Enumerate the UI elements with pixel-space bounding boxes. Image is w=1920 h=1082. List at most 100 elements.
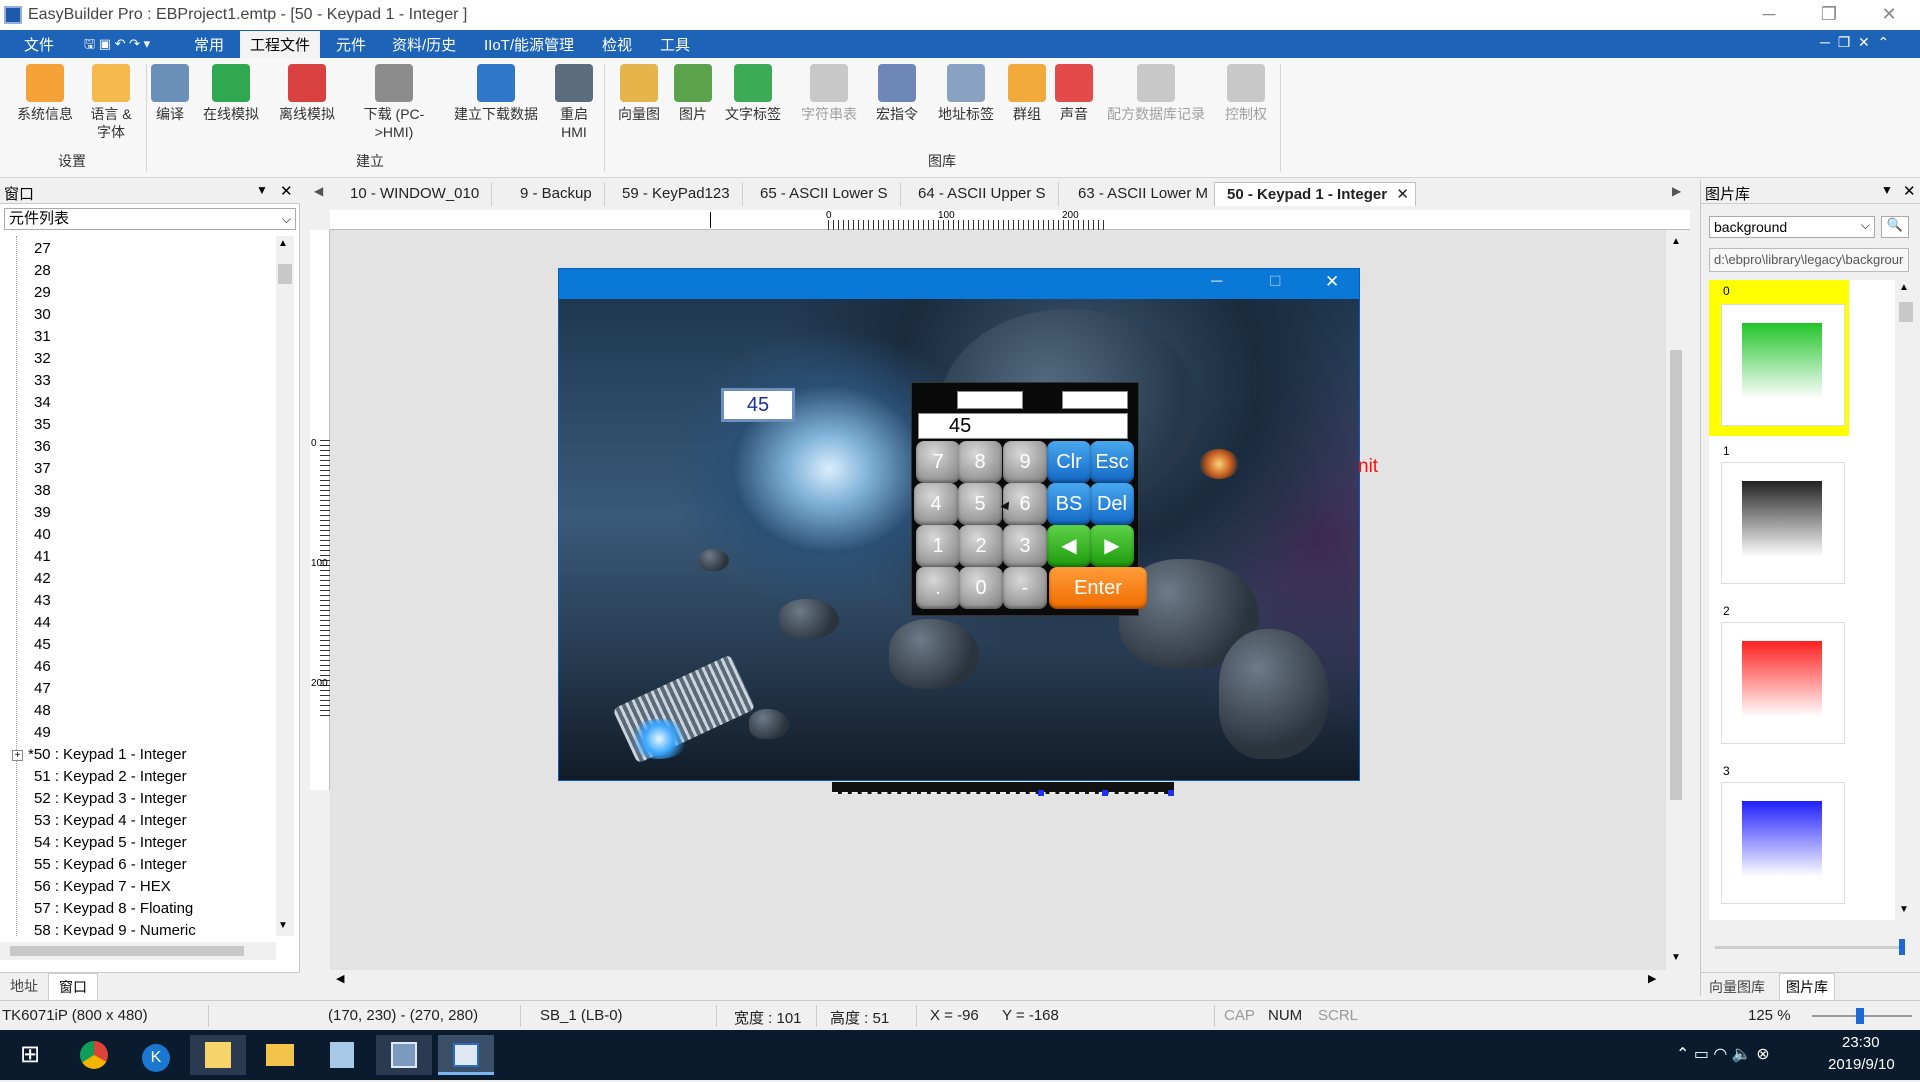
key-7[interactable]: 7 — [916, 441, 960, 483]
k-app-icon[interactable]: K — [128, 1035, 184, 1075]
menu-project[interactable]: 工程文件 — [240, 31, 321, 58]
scroll-down-icon[interactable]: ▼ — [1899, 904, 1909, 915]
canvas-horizontal-scrollbar[interactable]: ◀ ▶ — [330, 970, 1666, 990]
scroll-down-icon[interactable]: ▼ — [278, 920, 288, 931]
online-sim-button[interactable]: 在线模拟 — [196, 64, 266, 123]
key-4[interactable]: 4 — [914, 483, 958, 525]
tab-ascii-upper-s[interactable]: 64 - ASCII Upper S — [906, 182, 1059, 206]
close-icon[interactable]: ✕ — [1325, 272, 1339, 292]
key-1[interactable]: 1 — [916, 525, 960, 567]
menu-data-history[interactable]: 资料/历史 — [392, 34, 456, 55]
tree-item[interactable]: 45 — [34, 636, 51, 654]
key-dot[interactable]: . — [916, 567, 960, 609]
key-clear[interactable]: Clr — [1047, 441, 1091, 483]
key-3[interactable]: 3 — [1003, 525, 1047, 567]
key-delete[interactable]: Del — [1090, 483, 1134, 525]
string-table-button[interactable]: 字符串表 — [796, 64, 862, 123]
canvas-vertical-scrollbar[interactable]: ▲ ▼ — [1666, 230, 1686, 970]
tree-item[interactable]: 28 — [34, 262, 51, 280]
thumbnail-item[interactable] — [1721, 782, 1845, 904]
file-explorer-icon[interactable] — [252, 1035, 308, 1075]
easybuilder-editor-icon[interactable] — [438, 1035, 494, 1075]
tree-horizontal-scrollbar[interactable] — [0, 942, 276, 960]
easybuilder-taskbar-icon[interactable] — [376, 1035, 432, 1075]
selected-object[interactable] — [832, 782, 1174, 796]
tree-item[interactable]: 44 — [34, 614, 51, 632]
tab-ascii-lower-m[interactable]: 63 - ASCII Lower M — [1066, 182, 1222, 206]
tab-close-icon[interactable]: ✕ — [1396, 183, 1409, 207]
thumbnail-item[interactable] — [1721, 622, 1845, 744]
close-button[interactable]: ✕ — [1860, 0, 1918, 30]
key-9[interactable]: 9 — [1003, 441, 1047, 483]
arrow-left-icon[interactable]: ◀ — [1047, 525, 1091, 567]
menu-view[interactable]: 检视 — [602, 34, 632, 55]
tree-item[interactable]: 40 — [34, 526, 51, 544]
offline-sim-button[interactable]: 离线模拟 — [272, 64, 342, 123]
library-scrollbar[interactable]: ▲ ▼ — [1897, 280, 1915, 920]
tree-item[interactable]: 41 — [34, 548, 51, 566]
tree-item[interactable]: 42 — [34, 570, 51, 588]
key-5[interactable]: 5 — [958, 483, 1002, 525]
key-8[interactable]: 8 — [958, 441, 1002, 483]
tree-item[interactable]: 32 — [34, 350, 51, 368]
panel-close-icon[interactable]: ✕ — [1903, 182, 1916, 200]
key-enter[interactable]: Enter — [1049, 567, 1147, 609]
macro-button[interactable]: 宏指令 — [870, 64, 924, 123]
tree-item[interactable]: 29 — [34, 284, 51, 302]
tree-item[interactable]: 27 — [34, 240, 51, 258]
tab-window[interactable]: 窗口 — [48, 973, 98, 1001]
browse-library-icon[interactable]: 🔍 — [1881, 216, 1909, 238]
tab-ascii-lower-s[interactable]: 65 - ASCII Lower S — [748, 182, 901, 206]
tab-vector-library[interactable]: 向量图库 — [1709, 977, 1765, 997]
scroll-thumb[interactable] — [1899, 302, 1913, 322]
tree-item[interactable]: 31 — [34, 328, 51, 346]
slider-thumb[interactable] — [1856, 1008, 1864, 1024]
tree-item[interactable]: 56 : Keypad 7 - HEX — [34, 878, 171, 896]
compile-button[interactable]: 编译 — [150, 64, 190, 123]
tree-item[interactable]: 35 — [34, 416, 51, 434]
scroll-up-icon[interactable]: ▲ — [278, 238, 288, 249]
selection-handle[interactable] — [1102, 790, 1108, 796]
minimize-button[interactable]: ─ — [1740, 0, 1798, 30]
numeric-input-object[interactable]: 45 — [721, 388, 795, 422]
tab-address[interactable]: 地址 — [10, 976, 38, 996]
windows-start-icon[interactable]: ⊞ — [2, 1035, 58, 1075]
object-list-dropdown[interactable]: 元件列表 ⌵ — [4, 208, 296, 230]
tree-item[interactable]: 53 : Keypad 4 - Integer — [34, 812, 187, 830]
quick-access-icons[interactable]: 🖫 ▣ ↶ ↷ ▾ — [84, 35, 150, 57]
system-tray-icons[interactable]: ⌃ ▭ ◠ 🔈 ⊗ — [1676, 1044, 1770, 1064]
key-0[interactable]: 0 — [959, 567, 1003, 609]
menu-file[interactable]: 文件 — [24, 34, 54, 55]
tree-item[interactable]: 48 — [34, 702, 51, 720]
tree-item[interactable]: 51 : Keypad 2 - Integer — [34, 768, 187, 786]
tree-item[interactable]: 46 — [34, 658, 51, 676]
tree-item[interactable]: 49 — [34, 724, 51, 742]
tree-item[interactable]: 47 — [34, 680, 51, 698]
picture-button[interactable]: 图片 — [668, 64, 718, 123]
tree-item[interactable]: 58 : Keypad 9 - Numeric — [34, 922, 196, 936]
scroll-thumb[interactable] — [278, 264, 292, 284]
tree-item[interactable]: 38 — [34, 482, 51, 500]
menu-common[interactable]: 常用 — [194, 34, 224, 55]
language-font-button[interactable]: 语言 & 字体 — [80, 64, 142, 141]
tree-item[interactable]: 55 : Keypad 6 - Integer — [34, 856, 187, 874]
recipe-database-button[interactable]: 配方数据库记录 — [1098, 64, 1214, 123]
control-token-button[interactable]: 控制权 — [1218, 64, 1274, 123]
selection-handle[interactable] — [1168, 790, 1174, 796]
tree-item[interactable]: 30 — [34, 306, 51, 324]
download-button[interactable]: 下载 (PC- >HMI) — [356, 64, 432, 141]
tab-keypad-1-integer[interactable]: 50 - Keypad 1 - Integer ✕ — [1214, 182, 1416, 206]
scroll-up-icon[interactable]: ▲ — [1671, 236, 1681, 247]
library-path-field[interactable]: d:\ebpro\library\legacy\backgrour — [1709, 248, 1909, 272]
tab-window-010[interactable]: 10 - WINDOW_010 — [338, 182, 493, 206]
library-category-dropdown[interactable]: background ⌵ — [1709, 216, 1875, 238]
menu-iiot[interactable]: IIoT/能源管理 — [484, 34, 574, 55]
panel-menu-icon[interactable]: ▼ — [1881, 183, 1893, 197]
key-escape[interactable]: Esc — [1090, 441, 1134, 483]
chrome-icon[interactable] — [66, 1035, 122, 1075]
tree-item[interactable]: 39 — [34, 504, 51, 522]
menu-objects[interactable]: 元件 — [336, 34, 366, 55]
group-button[interactable]: 群组 — [1004, 64, 1050, 123]
tree-item[interactable]: 36 — [34, 438, 51, 456]
tree-item[interactable]: 37 — [34, 460, 51, 478]
